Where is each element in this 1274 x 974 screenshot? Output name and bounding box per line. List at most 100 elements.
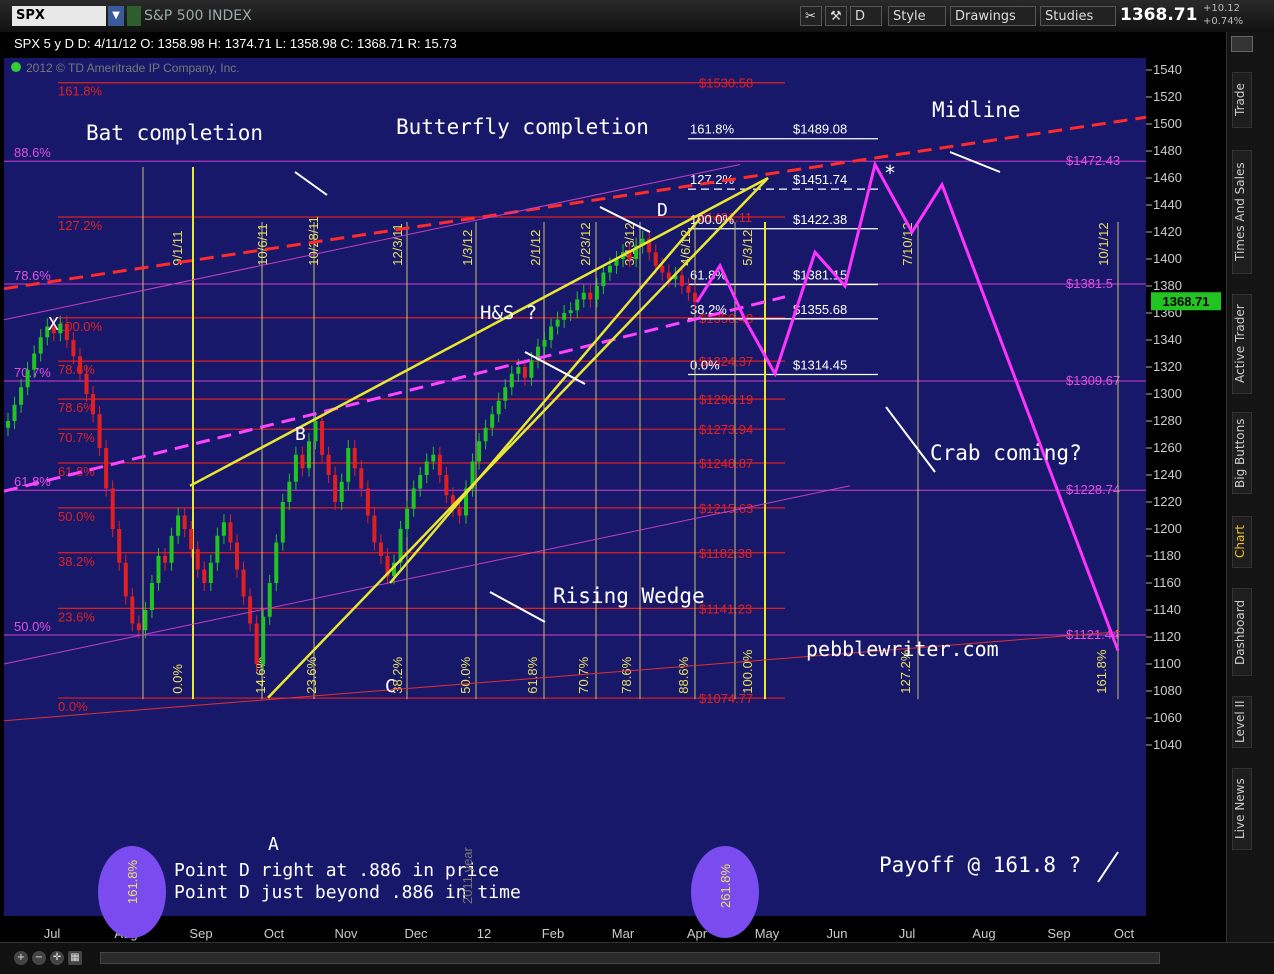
- magenta-level-price: $1472.43: [1066, 153, 1120, 168]
- settings-icon[interactable]: ✂: [800, 6, 822, 26]
- sidebar-tab-level-ii[interactable]: Level II: [1232, 696, 1252, 748]
- candle-body: [261, 616, 266, 664]
- candle-body: [136, 623, 141, 631]
- candle-body: [189, 529, 194, 550]
- candle-body: [248, 596, 253, 624]
- candle-body: [542, 340, 547, 347]
- sidebar-tab-live-news[interactable]: Live News: [1232, 768, 1252, 850]
- year-label: 2011 year: [460, 846, 475, 904]
- candle-body: [418, 475, 423, 489]
- symbol-dropdown-icon[interactable]: ▼: [108, 6, 124, 26]
- candle-body: [287, 481, 292, 502]
- candle-body: [58, 323, 63, 334]
- chart-scrollbar[interactable]: [100, 952, 1160, 964]
- white-level-price: $1451.74: [793, 172, 847, 187]
- detach-icon[interactable]: [1231, 36, 1253, 52]
- plot-area: [4, 58, 1146, 916]
- y-tick-label: 1200: [1153, 521, 1182, 536]
- candle-body: [19, 387, 24, 405]
- fib-level-label: 78.6%: [58, 400, 95, 415]
- y-tick-label: 1340: [1153, 332, 1182, 347]
- symbol-input[interactable]: SPX: [12, 6, 106, 26]
- white-level-price: $1489.08: [793, 122, 847, 137]
- candle-body: [163, 556, 168, 563]
- annotation-wedge: Rising Wedge: [553, 584, 705, 608]
- zoom-in-icon[interactable]: +: [14, 951, 28, 965]
- candle-body: [143, 610, 148, 631]
- candle-body: [306, 441, 311, 469]
- sidebar-tab-big-buttons[interactable]: Big Buttons: [1232, 412, 1252, 494]
- link-icon[interactable]: [127, 6, 141, 26]
- candle-body: [607, 265, 612, 273]
- candle-body: [254, 623, 259, 664]
- candle-body: [130, 596, 135, 624]
- candle-body: [195, 549, 200, 570]
- studies-button[interactable]: Studies: [1040, 6, 1116, 26]
- candle-body: [300, 454, 305, 469]
- candle-body: [202, 569, 207, 583]
- annotation-hs: H&S ?: [480, 302, 537, 324]
- candle-body: [457, 508, 462, 516]
- fib-level-label: 161.8%: [58, 84, 103, 99]
- y-tick-label: 1520: [1153, 89, 1182, 104]
- fib-level-label: 100.0%: [58, 319, 103, 334]
- wrench-icon[interactable]: ⚒: [825, 6, 847, 26]
- x-tick-label: Jul: [44, 926, 61, 941]
- candle-body: [653, 252, 658, 266]
- y-tick-label: 1120: [1153, 629, 1181, 644]
- y-tick-label: 1480: [1153, 143, 1182, 158]
- date-label: 10/6/11: [255, 223, 270, 265]
- price-chart[interactable]: SPX 5 y D D: 4/11/12 O: 1358.98 H: 1374.…: [0, 32, 1226, 942]
- date-label: 1/3/12: [460, 230, 475, 266]
- drawings-button[interactable]: Drawings: [950, 6, 1036, 26]
- candle-body: [496, 400, 501, 415]
- pan-icon[interactable]: ✛: [50, 951, 64, 965]
- point-label-c: C: [385, 676, 396, 697]
- candle-body: [274, 542, 279, 583]
- sidebar-tab-chart[interactable]: Chart: [1232, 516, 1252, 568]
- candle-body: [91, 394, 96, 415]
- y-tick-label: 1240: [1153, 467, 1182, 482]
- sidebar-tab-active-trader[interactable]: Active Trader: [1232, 294, 1252, 394]
- x-tick-label: May: [755, 926, 780, 941]
- studies-label: Studies: [1045, 9, 1094, 24]
- sidebar-tab-trade[interactable]: Trade: [1232, 72, 1252, 128]
- candle-body: [562, 313, 567, 320]
- candle-body: [267, 583, 272, 617]
- candle-body: [555, 319, 560, 327]
- sidebar-tab-dashboard[interactable]: Dashboard: [1232, 588, 1252, 676]
- candle-body: [77, 356, 82, 374]
- candle-body: [568, 310, 573, 313]
- style-label: Style: [893, 9, 926, 24]
- copyright: 2012 © TD Ameritrade IP Company, Inc.: [26, 61, 240, 75]
- y-tick-label: 1320: [1153, 359, 1182, 374]
- candle-body: [503, 387, 508, 401]
- magenta-level-label: 50.0%: [14, 619, 51, 634]
- fib-level-label: 50.0%: [58, 509, 95, 524]
- y-tick-label: 1040: [1153, 737, 1182, 752]
- y-tick-label: 1140: [1153, 602, 1181, 617]
- y-tick-label: 1260: [1153, 440, 1182, 455]
- style-button[interactable]: Style: [888, 6, 946, 26]
- annotation-butterfly: Butterfly completion: [396, 115, 649, 139]
- y-tick-label: 1280: [1153, 413, 1182, 428]
- candle-body: [156, 556, 161, 583]
- candle-body: [293, 454, 298, 482]
- aggregation-button[interactable]: D: [850, 6, 882, 26]
- white-level-price: $1422.38: [793, 212, 847, 227]
- candle-body: [483, 427, 488, 442]
- candle-body: [509, 373, 514, 388]
- candle-body: [71, 340, 76, 357]
- y-tick-label: 1160: [1153, 575, 1181, 590]
- candle-body: [549, 326, 554, 340]
- candle-body: [280, 502, 285, 543]
- grid-icon[interactable]: ▦: [68, 951, 82, 965]
- date-label: 5/3/12: [740, 230, 755, 266]
- annotation-site: pebblewriter.com: [806, 637, 999, 661]
- magenta-level-label: 88.6%: [14, 145, 51, 160]
- sidebar-tab-times-and-sales[interactable]: Times And Sales: [1232, 150, 1252, 274]
- zoom-out-icon[interactable]: −: [32, 951, 46, 965]
- candle-body: [123, 562, 128, 597]
- candle-body: [241, 569, 246, 597]
- time-fib-label: 0.0%: [170, 664, 185, 694]
